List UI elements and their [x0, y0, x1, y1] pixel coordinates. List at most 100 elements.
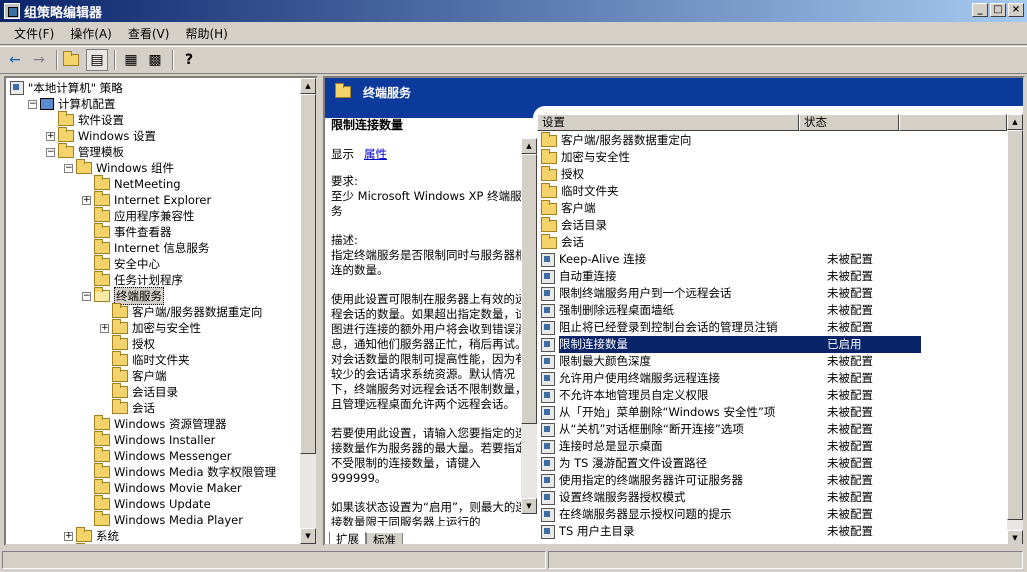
scroll-up-button[interactable]: ▲ [300, 78, 316, 94]
tree-item[interactable]: 客户端/服务器数据重定向 [100, 303, 262, 320]
expand-icon[interactable]: + [82, 195, 91, 205]
scroll-down-button[interactable]: ▼ [521, 498, 537, 514]
tree-item[interactable]: + Internet Explorer [82, 191, 211, 208]
tree-item[interactable]: − 管理模板 [46, 143, 124, 160]
list-item[interactable]: 客户端 [537, 199, 1007, 217]
list-scrollbar[interactable]: ▲ ▼ [1007, 114, 1023, 544]
expand-icon[interactable]: + [64, 531, 73, 541]
list-item[interactable]: TS 用户主目录 未被配置 [537, 523, 1007, 540]
help-icon[interactable]: ? [178, 49, 200, 71]
list-item[interactable]: 阻止将已经登录到控制台会话的管理员注销 未被配置 [537, 319, 1007, 336]
minimize-button[interactable]: _ [972, 3, 988, 17]
list-item[interactable]: 加密与安全性 [537, 148, 1007, 166]
back-arrow-icon[interactable]: ← [4, 49, 26, 71]
list-item[interactable]: 从「开始」菜单删除“Windows 安全性”项 未被配置 [537, 404, 1007, 421]
collapse-icon[interactable]: − [46, 147, 55, 157]
scroll-down-button[interactable]: ▼ [1007, 530, 1023, 544]
menu-file[interactable]: 文件(F) [6, 23, 62, 44]
tree-item[interactable]: + 系统 [64, 527, 119, 544]
menu-help[interactable]: 帮助(H) [177, 23, 235, 44]
setting-name: 阻止将已经登录到控制台会话的管理员注销 [559, 320, 778, 334]
tree-item[interactable]: Windows Update [82, 495, 211, 512]
scroll-thumb[interactable] [1007, 130, 1023, 520]
tree-item[interactable]: − Windows 组件 [64, 159, 174, 176]
column-state[interactable]: 状态 [799, 114, 899, 131]
list-item[interactable]: 在终端服务器显示授权问题的提示 未被配置 [537, 506, 1007, 523]
maximize-button[interactable]: □ [990, 3, 1006, 17]
tree-item-label: 网络 [96, 544, 119, 546]
tree-item[interactable]: 任务计划程序 [82, 271, 183, 288]
setting-name: 不允许本地管理员自定义权限 [559, 388, 709, 402]
setting-state: 未被配置 [827, 354, 873, 368]
tree-item[interactable]: 安全中心 [82, 255, 160, 272]
list-item[interactable]: 设置终端服务器授权模式 未被配置 [537, 489, 1007, 506]
menu-view[interactable]: 查看(V) [120, 23, 178, 44]
tree-scrollbar[interactable]: ▲ ▼ [300, 78, 316, 544]
setting-name: 客户端 [561, 201, 596, 215]
list-item[interactable]: 限制终端服务用户到一个远程会话 未被配置 [537, 285, 1007, 302]
policy-icon [10, 81, 24, 95]
properties-icon[interactable]: ▦ [120, 49, 142, 71]
scroll-up-button[interactable]: ▲ [521, 138, 537, 154]
tree-item[interactable]: Windows Media 数字权限管理 [82, 463, 276, 480]
list-item[interactable]: 临时文件夹 [537, 182, 1007, 200]
list-item[interactable]: 会话目录 [537, 216, 1007, 234]
list-item[interactable]: 限制最大颜色深度 未被配置 [537, 353, 1007, 370]
scroll-down-button[interactable]: ▼ [300, 528, 316, 544]
tree-item[interactable]: Windows Messenger [82, 447, 231, 464]
tree-item[interactable]: − 终端服务 [82, 287, 164, 305]
list-item[interactable]: 强制删除远程桌面墙纸 未被配置 [537, 302, 1007, 319]
tree-item[interactable]: 事件查看器 [82, 223, 172, 240]
list-item[interactable]: 客户端/服务器数据重定向 [537, 131, 1007, 149]
tree-item[interactable]: "本地计算机" 策略 [10, 80, 123, 96]
list-item[interactable]: 会话 [537, 233, 1007, 251]
tree-item[interactable]: 软件设置 [46, 111, 124, 128]
scroll-thumb[interactable] [521, 154, 537, 424]
export-list-icon[interactable]: ▩ [144, 49, 166, 71]
list-item[interactable]: 为 TS 漫游配置文件设置路径 未被配置 [537, 455, 1007, 472]
tree-item[interactable]: NetMeeting [82, 175, 181, 192]
list-item[interactable]: 连接时总是显示桌面 未被配置 [537, 438, 1007, 455]
tree-item[interactable]: Windows Movie Maker [82, 479, 242, 496]
tree-item[interactable]: Windows Installer [82, 431, 215, 448]
tree-item[interactable]: − 计算机配置 [28, 96, 116, 112]
tree-item[interactable]: +网络 [76, 543, 119, 546]
scroll-thumb[interactable] [300, 94, 316, 454]
list-item[interactable]: 不允许本地管理员自定义权限 未被配置 [537, 387, 1007, 404]
tree-item[interactable]: 客户端 [100, 367, 167, 384]
list-item[interactable]: 使用指定的终端服务器许可证服务器 未被配置 [537, 472, 1007, 489]
expand-icon[interactable]: + [100, 323, 109, 333]
collapse-icon[interactable]: − [82, 291, 91, 301]
tree-item[interactable]: 会话目录 [100, 383, 178, 400]
tree-item[interactable]: 授权 [100, 335, 155, 352]
list-item[interactable]: 授权 [537, 165, 1007, 183]
tree-item[interactable]: Windows 资源管理器 [82, 415, 227, 432]
tree-item[interactable]: 应用程序兼容性 [82, 207, 195, 224]
description-scrollbar[interactable]: ▲ ▼ [521, 138, 537, 514]
list-item[interactable]: 允许用户使用终端服务远程连接 未被配置 [537, 370, 1007, 387]
expand-icon[interactable]: + [46, 131, 55, 141]
setting-state: 未被配置 [827, 439, 873, 453]
up-folder-icon[interactable] [62, 49, 84, 71]
menu-action[interactable]: 操作(A) [62, 23, 120, 44]
show-hide-tree-icon[interactable]: ▤ [86, 49, 108, 71]
collapse-icon[interactable]: − [64, 163, 73, 173]
properties-link[interactable]: 属性 [364, 147, 387, 161]
list-item[interactable]: 限制连接数量 已启用 [537, 336, 1007, 353]
tab-extended[interactable]: 扩展 [329, 532, 366, 544]
list-item[interactable]: 从“关机”对话框删除“断开连接”选项 未被配置 [537, 421, 1007, 438]
tree-item[interactable]: 会话 [100, 399, 155, 416]
forward-arrow-icon[interactable]: → [28, 49, 50, 71]
collapse-icon[interactable]: − [28, 99, 37, 109]
tab-standard[interactable]: 标准 [366, 533, 403, 544]
close-button[interactable]: × [1008, 3, 1024, 17]
scroll-up-button[interactable]: ▲ [1007, 114, 1023, 130]
tree-item[interactable]: + 加密与安全性 [100, 319, 201, 336]
list-item[interactable]: 自动重连接 未被配置 [537, 268, 1007, 285]
tree-item[interactable]: Windows Media Player [82, 511, 243, 528]
tree-item[interactable]: 临时文件夹 [100, 351, 190, 368]
list-item[interactable]: Keep-Alive 连接 未被配置 [537, 251, 1007, 268]
column-setting[interactable]: 设置 [537, 114, 799, 131]
tree-item[interactable]: Internet 信息服务 [82, 239, 209, 256]
tree-item[interactable]: + Windows 设置 [46, 127, 156, 144]
